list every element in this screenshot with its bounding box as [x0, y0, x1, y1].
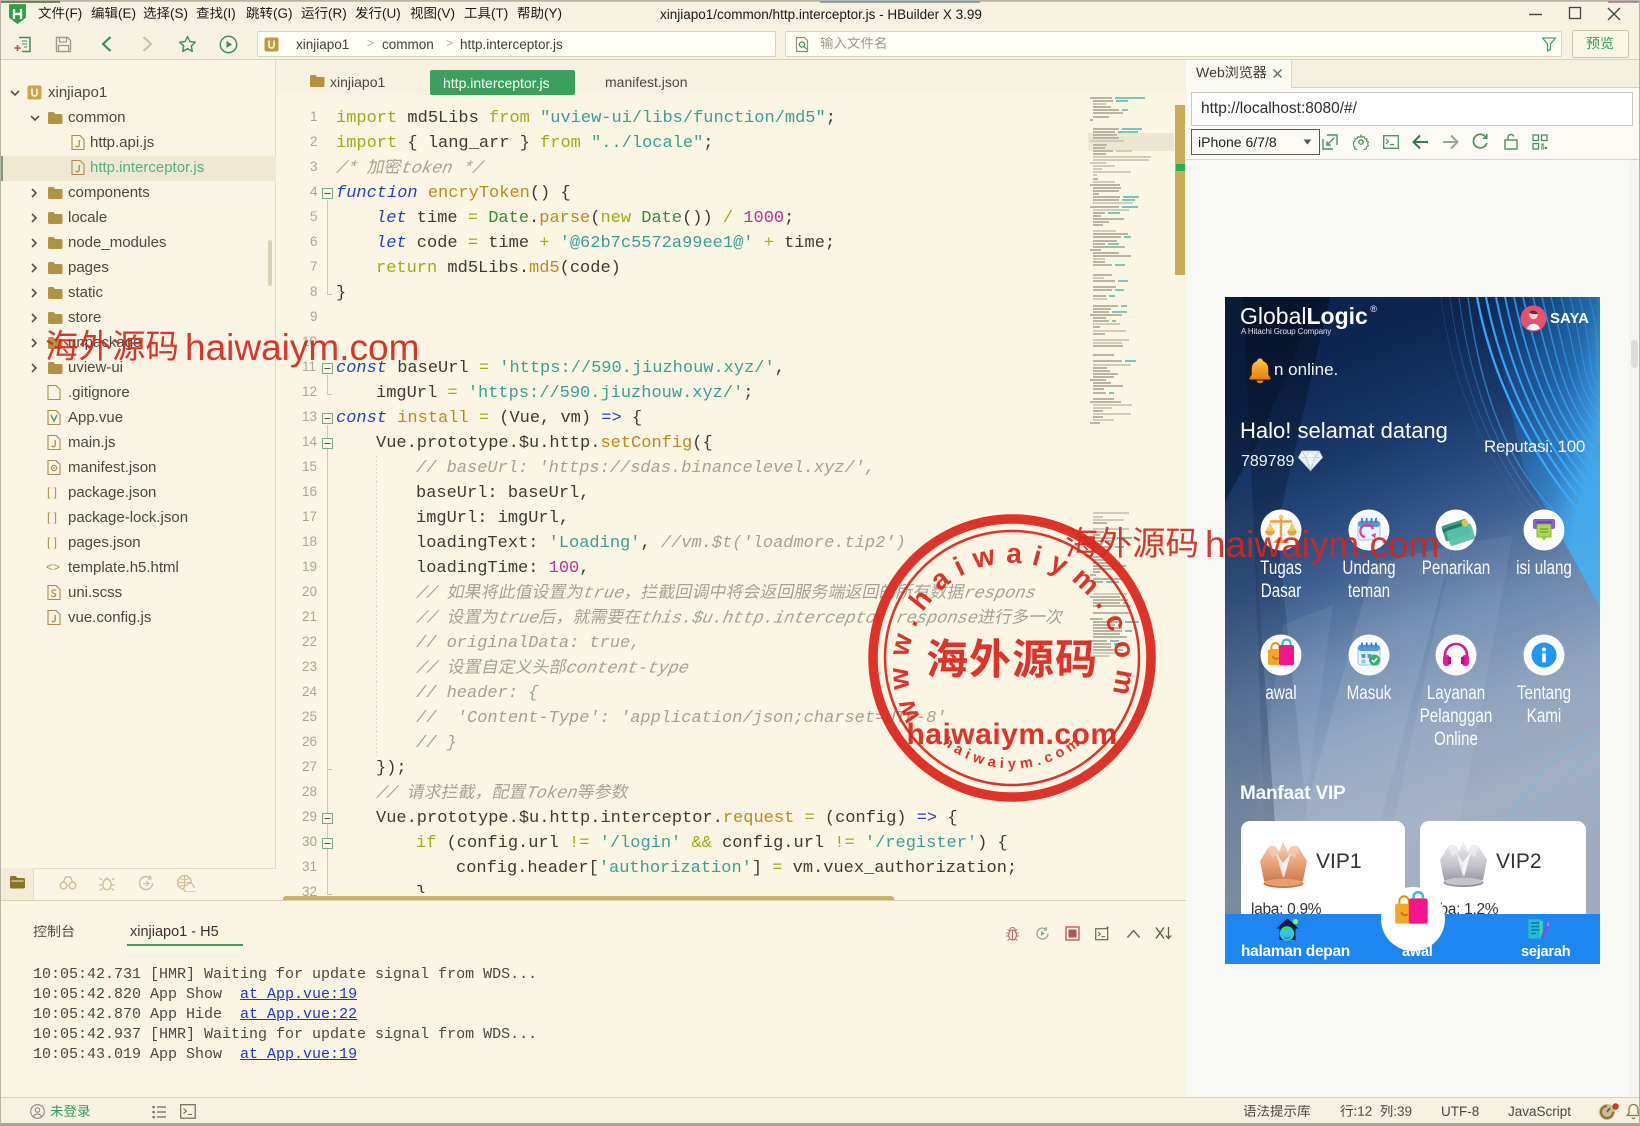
svg-text:haiwaiym.com: haiwaiym.com — [1205, 524, 1439, 565]
svg-text:haiwaiym.com: haiwaiym.com — [185, 327, 419, 368]
svg-text:haiwaiym.com: haiwaiym.com — [906, 718, 1117, 751]
svg-text:www.haiwaiym.com: www.haiwaiym.com — [882, 537, 1142, 728]
